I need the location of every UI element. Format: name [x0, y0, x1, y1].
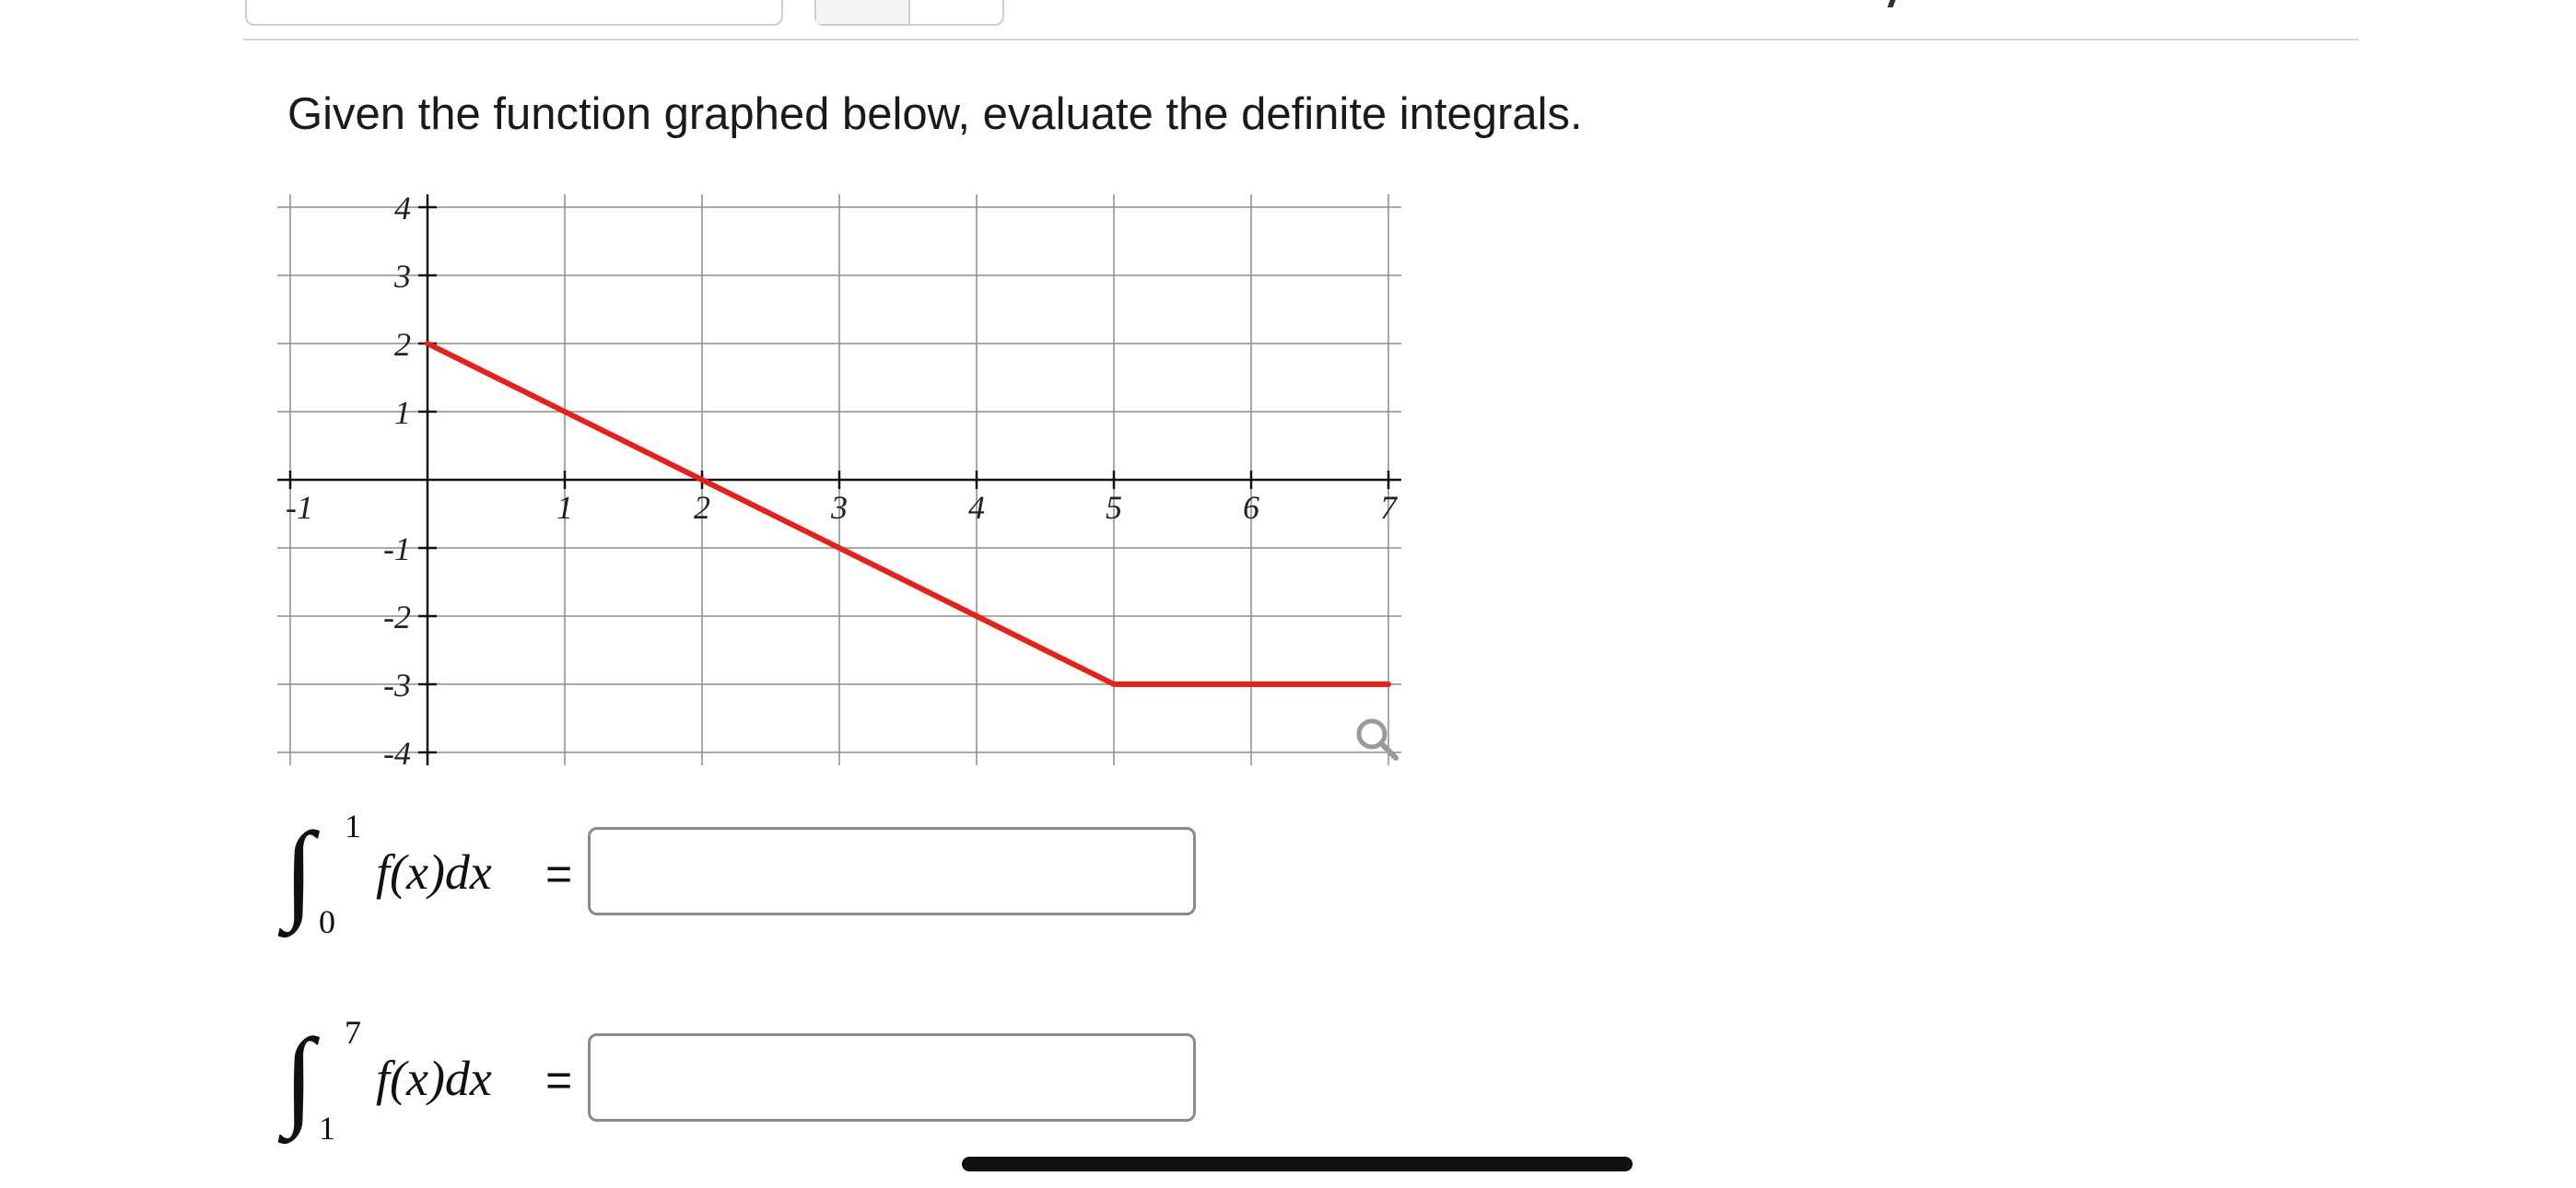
function-graph: -1 1 2 3 4 5 6 7 4 3 2 1 -1 -2 -3 -4	[277, 193, 1401, 772]
integral-sign: ∫	[284, 809, 314, 932]
y-tick-label: -1	[383, 530, 411, 567]
top-button-group[interactable]	[814, 0, 1004, 26]
y-tick-label: -2	[383, 599, 411, 635]
x-tick-label: 7	[1380, 489, 1399, 526]
y-tick-label: 1	[394, 394, 411, 431]
y-tick-label: 2	[394, 326, 411, 363]
top-input-field[interactable]	[245, 0, 783, 26]
integral-row-1: ∫ 1 0 f(x)dx =	[276, 808, 1290, 940]
x-tick-label: 1	[556, 489, 573, 526]
x-tick-label: 2	[694, 489, 710, 526]
integral-row-2: ∫ 7 1 f(x)dx =	[276, 1014, 1290, 1147]
integral-lower-limit: 0	[319, 903, 335, 940]
x-tick-label: 4	[968, 489, 985, 526]
header-divider	[243, 39, 2359, 41]
x-tick-label: 3	[830, 489, 848, 526]
y-tick-label: 4	[394, 193, 411, 227]
integrand: f(x)dx	[376, 1051, 492, 1106]
y-tick-label: -3	[383, 667, 411, 704]
question-text: Given the function graphed below, evalua…	[287, 89, 1583, 139]
integrand: f(x)dx	[376, 844, 492, 900]
integral-upper-limit: 1	[345, 808, 361, 844]
cropped-text-mark	[1887, 0, 1896, 7]
answer-input-2[interactable]	[588, 1033, 1196, 1122]
y-tick-label: -4	[383, 735, 411, 772]
integral-sign: ∫	[284, 1016, 314, 1138]
top-button-segment[interactable]	[816, 0, 910, 24]
x-tick-label: 5	[1106, 489, 1122, 526]
x-tick-label: 6	[1243, 489, 1259, 526]
integral-lower-limit: 1	[319, 1110, 335, 1147]
x-tick-label: -1	[286, 489, 313, 526]
equals-sign: =	[545, 1054, 573, 1106]
home-indicator	[962, 1157, 1633, 1171]
integral-upper-limit: 7	[345, 1014, 361, 1051]
answer-input-1[interactable]	[588, 827, 1196, 915]
equals-sign: =	[545, 848, 573, 900]
y-tick-label: 3	[393, 258, 411, 295]
